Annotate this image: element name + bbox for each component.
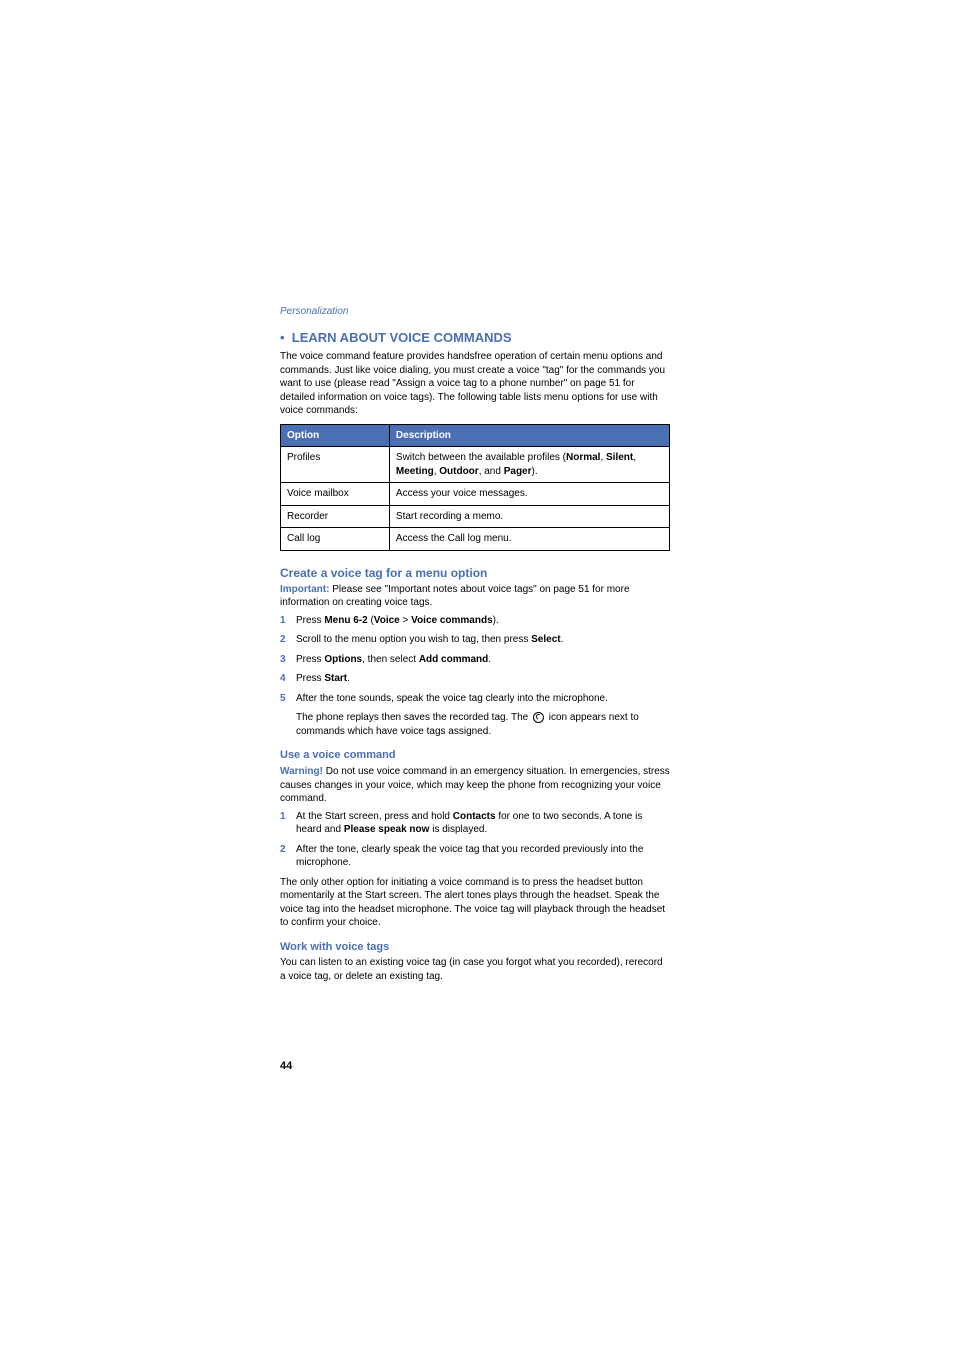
table-row: Call log Access the Call log menu. — [281, 528, 670, 551]
text: . — [488, 654, 491, 665]
list-item: 1 Press Menu 6-2 (Voice > Voice commands… — [280, 614, 670, 628]
section-heading: • LEARN ABOUT VOICE COMMANDS — [280, 329, 670, 347]
page-content: Personalization • LEARN ABOUT VOICE COMM… — [280, 305, 670, 987]
warning-label: Warning! — [280, 766, 323, 777]
text: Silent — [606, 452, 633, 463]
text: The phone replays then saves the recorde… — [296, 712, 531, 723]
table-row: Profiles Switch between the available pr… — [281, 447, 670, 483]
replay-note: The phone replays then saves the recorde… — [296, 711, 670, 738]
text: Scroll to the menu option you wish to ta… — [296, 634, 531, 645]
warning-text: Do not use voice command in an emergency… — [280, 766, 670, 804]
text: , then select — [362, 654, 419, 665]
options-table: Option Description Profiles Switch betwe… — [280, 424, 670, 551]
th-option: Option — [281, 424, 390, 447]
bullet-icon: • — [280, 330, 292, 345]
list-item: 2 Scroll to the menu option you wish to … — [280, 633, 670, 647]
text: After the tone sounds, speak the voice t… — [296, 693, 608, 704]
text: Please speak now — [344, 824, 430, 835]
work-text: You can listen to an existing voice tag … — [280, 956, 670, 983]
text: Switch between the available profiles ( — [396, 452, 566, 463]
voice-tag-icon — [533, 712, 544, 723]
cell-option: Profiles — [281, 447, 390, 483]
important-text: Please see "Important notes about voice … — [280, 584, 630, 609]
cell-description: Start recording a memo. — [389, 505, 669, 528]
text: . — [347, 673, 350, 684]
text: > — [400, 615, 411, 626]
page-number: 44 — [280, 1060, 292, 1072]
text: , — [633, 452, 636, 463]
work-heading: Work with voice tags — [280, 940, 670, 955]
text: ). — [493, 615, 499, 626]
cell-option: Recorder — [281, 505, 390, 528]
breadcrumb: Personalization — [280, 305, 670, 319]
text: Press — [296, 673, 324, 684]
cell-option: Voice mailbox — [281, 483, 390, 506]
text: Voice — [374, 615, 400, 626]
text: Pager — [504, 466, 532, 477]
text: ). — [532, 466, 538, 477]
text: . — [561, 634, 564, 645]
use-steps: 1 At the Start screen, press and hold Co… — [280, 810, 670, 870]
text: Voice commands — [411, 615, 493, 626]
text: Start — [324, 673, 347, 684]
cell-description: Switch between the available profiles (N… — [389, 447, 669, 483]
use-footer: The only other option for initiating a v… — [280, 876, 670, 930]
list-item: 3 Press Options, then select Add command… — [280, 653, 670, 667]
text: Meeting — [396, 466, 434, 477]
list-item: 5 After the tone sounds, speak the voice… — [280, 692, 670, 706]
text: Normal — [566, 452, 600, 463]
text: Outdoor — [439, 466, 478, 477]
text: After the tone, clearly speak the voice … — [296, 844, 643, 869]
intro-paragraph: The voice command feature provides hands… — [280, 350, 670, 418]
important-label: Important: — [280, 584, 329, 595]
text: At the Start screen, press and hold — [296, 811, 453, 822]
list-item: 2 After the tone, clearly speak the voic… — [280, 843, 670, 870]
table-row: Recorder Start recording a memo. — [281, 505, 670, 528]
text: Select — [531, 634, 560, 645]
warning-note: Warning! Do not use voice command in an … — [280, 765, 670, 806]
text: Add command — [419, 654, 488, 665]
text: Press — [296, 615, 324, 626]
th-description: Description — [389, 424, 669, 447]
heading-text: LEARN ABOUT VOICE COMMANDS — [292, 330, 512, 345]
text: , and — [479, 466, 504, 477]
text: Press — [296, 654, 324, 665]
cell-description: Access your voice messages. — [389, 483, 669, 506]
cell-description: Access the Call log menu. — [389, 528, 669, 551]
cell-option: Call log — [281, 528, 390, 551]
text: Menu 6-2 — [324, 615, 367, 626]
text: Contacts — [453, 811, 496, 822]
create-heading: Create a voice tag for a menu option — [280, 565, 670, 581]
use-heading: Use a voice command — [280, 748, 670, 763]
important-note: Important: Please see "Important notes a… — [280, 583, 670, 610]
list-item: 1 At the Start screen, press and hold Co… — [280, 810, 670, 837]
table-row: Voice mailbox Access your voice messages… — [281, 483, 670, 506]
text: is displayed. — [429, 824, 487, 835]
list-item: 4 Press Start. — [280, 672, 670, 686]
create-steps: 1 Press Menu 6-2 (Voice > Voice commands… — [280, 614, 670, 706]
text: Options — [324, 654, 362, 665]
